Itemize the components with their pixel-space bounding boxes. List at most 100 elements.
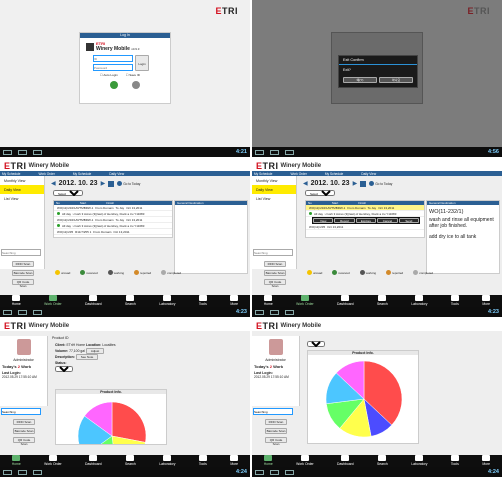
home-icon[interactable] [18, 149, 27, 155]
popup-send-message-button[interactable]: Send Message [398, 218, 420, 227]
next-day-icon[interactable]: ▶ [101, 180, 106, 187]
filter-select[interactable]: Select [53, 190, 83, 196]
recent-apps-icon[interactable] [285, 309, 294, 315]
back-icon[interactable] [255, 149, 264, 155]
popup-explore-button[interactable]: Explore [355, 218, 377, 223]
tab-dashboard[interactable]: Dashboard [85, 295, 102, 306]
recent-apps-icon[interactable] [33, 149, 42, 155]
tab-work-order[interactable]: Work Order [44, 455, 62, 466]
rfid-scan-button[interactable]: RFID Scan [265, 419, 287, 425]
goto-today-button[interactable]: Go to Today [117, 181, 140, 186]
chart-select[interactable]: Chart [55, 366, 73, 372]
exit-yes-button[interactable]: 예(Y) [343, 77, 377, 83]
exit-no-button[interactable]: 아니요 [379, 77, 413, 83]
tab-search[interactable]: Search [125, 295, 136, 306]
tab-work-order[interactable]: Work Order [44, 295, 62, 306]
qr-code-scan-button[interactable]: QR Code Scan [13, 437, 35, 446]
popup-cancel-button[interactable]: Cancel [377, 218, 398, 223]
tab-dashboard[interactable]: Dashboard [337, 295, 354, 306]
breadcrumb-item[interactable]: My Schedule [254, 172, 272, 176]
tab-search[interactable]: Search [377, 455, 388, 466]
home-icon[interactable] [270, 469, 279, 475]
tab-tools[interactable]: Tools [198, 455, 207, 466]
breadcrumb-item[interactable]: My Schedule [73, 172, 91, 176]
breadcrumb-item[interactable]: Work Order [38, 172, 54, 176]
barcode-scan-button[interactable]: Barcode Scan [12, 270, 34, 276]
recent-apps-icon[interactable] [33, 309, 42, 315]
tab-more[interactable]: More [230, 455, 239, 466]
next-day-icon[interactable]: ▶ [353, 180, 358, 187]
tab-laboratory[interactable]: Laboratory [159, 295, 175, 306]
prev-day-icon[interactable]: ◀ [51, 180, 56, 187]
barcode-scan-button[interactable]: Barcode Scan [13, 428, 35, 434]
rfid-scan-button[interactable]: RFID Scan [12, 261, 34, 267]
tab-search[interactable]: Search [377, 295, 388, 306]
settings-icon[interactable] [132, 81, 140, 89]
qr-code-scan-button[interactable]: QR Code Scan [12, 279, 34, 288]
back-icon[interactable] [255, 469, 264, 475]
tab-laboratory[interactable]: Laboratory [411, 295, 427, 306]
home-icon[interactable] [18, 309, 27, 315]
password-input[interactable] [93, 64, 133, 71]
tab-tools[interactable]: Tools [450, 455, 459, 466]
qr-code-scan-button[interactable]: QR Code Scan [265, 437, 287, 446]
tab-list-view[interactable]: List View [0, 194, 44, 203]
back-icon[interactable] [3, 149, 12, 155]
tab-daily-view[interactable]: Daily View [252, 185, 296, 194]
tab-home[interactable]: Home [12, 295, 21, 306]
tab-home[interactable]: Home [264, 295, 273, 306]
popup-report-button[interactable]: Report [334, 218, 355, 223]
popup-view-button[interactable]: View [313, 218, 334, 223]
tab-home[interactable]: Home [12, 455, 21, 466]
tab-more[interactable]: More [482, 455, 491, 466]
search-input[interactable] [253, 249, 293, 256]
table-row[interactable]: WO(11)/235 R11/7/255 1 From Domain Oct 13,2… [54, 229, 172, 235]
tab-laboratory[interactable]: Laboratory [159, 455, 175, 466]
tab-list-view[interactable]: List View [252, 194, 296, 203]
back-icon[interactable] [3, 309, 12, 315]
see-note-button[interactable]: See Note [75, 354, 99, 360]
save-id-checkbox[interactable]: ☐ Save ID [126, 73, 140, 77]
back-icon[interactable] [3, 469, 12, 475]
tab-laboratory[interactable]: Laboratory [411, 455, 427, 466]
tab-home[interactable]: Home [264, 455, 273, 466]
tab-tools[interactable]: Tools [198, 295, 207, 306]
qr-code-scan-button[interactable]: QR Code Scan [264, 279, 286, 288]
login-button[interactable]: Login [135, 55, 149, 71]
barcode-scan-button[interactable]: Barcode Scan [264, 270, 286, 276]
home-icon[interactable] [270, 309, 279, 315]
tab-more[interactable]: More [230, 295, 239, 306]
tab-monthly-view[interactable]: Monthly View [0, 176, 44, 185]
breadcrumb-item[interactable]: My Schedule [325, 172, 343, 176]
breadcrumb-item[interactable]: My Schedule [2, 172, 20, 176]
chart-select[interactable]: Chart [307, 341, 325, 347]
tab-dashboard[interactable]: Dashboard [337, 455, 354, 466]
tab-more[interactable]: More [482, 295, 491, 306]
auto-login-checkbox[interactable]: ☐ Auto Login [100, 73, 118, 77]
tab-work-order[interactable]: Work Order [296, 295, 314, 306]
tab-work-order[interactable]: Work Order [296, 455, 314, 466]
calendar-icon[interactable] [108, 180, 115, 187]
breadcrumb-item[interactable]: Work Order [290, 172, 306, 176]
tab-monthly-view[interactable]: Monthly View [252, 176, 296, 185]
calendar-icon[interactable] [360, 180, 367, 187]
prev-day-icon[interactable]: ◀ [303, 180, 308, 187]
home-icon[interactable] [18, 469, 27, 475]
barcode-scan-button[interactable]: Barcode Scan [265, 428, 287, 434]
recent-apps-icon[interactable] [285, 469, 294, 475]
rfid-scan-button[interactable]: RFID Scan [264, 261, 286, 267]
tab-search[interactable]: Search [125, 455, 136, 466]
search-input[interactable] [1, 408, 41, 415]
search-input[interactable] [1, 249, 41, 256]
tab-dashboard[interactable]: Dashboard [85, 455, 102, 466]
back-icon[interactable] [255, 309, 264, 315]
home-icon[interactable] [270, 149, 279, 155]
id-input[interactable] [93, 55, 133, 62]
tab-tools[interactable]: Tools [450, 295, 459, 306]
recent-apps-icon[interactable] [285, 149, 294, 155]
tab-daily-view[interactable]: Daily View [0, 185, 44, 194]
search-input[interactable] [253, 408, 293, 415]
rfid-scan-button[interactable]: RFID Scan [13, 419, 35, 425]
filter-select[interactable]: Select [305, 190, 335, 196]
goto-today-button[interactable]: Go to Today [369, 181, 392, 186]
